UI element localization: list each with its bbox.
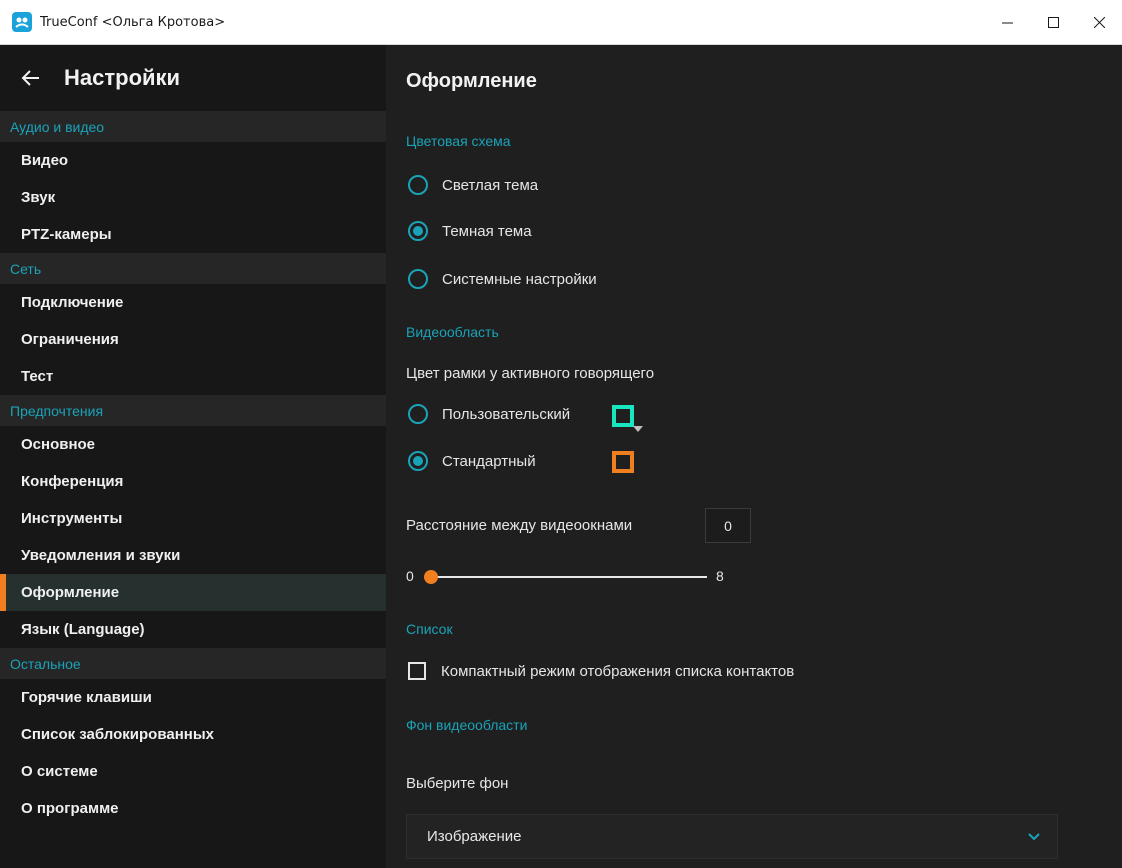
radio-label: Темная тема xyxy=(442,222,532,240)
sidebar-item-hotkeys[interactable]: Горячие клавиши xyxy=(0,679,386,716)
sidebar-item-connection[interactable]: Подключение xyxy=(0,284,386,321)
radio-label: Светлая тема xyxy=(442,176,539,194)
color-picker-caret-icon[interactable] xyxy=(633,426,643,432)
radio-button-selected[interactable] xyxy=(408,221,428,241)
radio-dot xyxy=(413,456,423,466)
sidebar-item-system-info[interactable]: О системе xyxy=(0,753,386,790)
back-arrow-icon[interactable] xyxy=(20,67,42,89)
spacing-value-box[interactable]: 0 xyxy=(705,508,751,543)
section-preferences: Предпочтения xyxy=(0,395,386,426)
chevron-down-icon xyxy=(1028,833,1040,841)
video-area-label: Видеообласть xyxy=(406,324,499,340)
maximize-button[interactable] xyxy=(1030,0,1076,45)
maximize-icon xyxy=(1047,17,1059,28)
sidebar-item-language[interactable]: Язык (Language) xyxy=(0,611,386,648)
compact-mode-label: Компактный режим отображения списка конт… xyxy=(441,662,795,680)
minimize-icon xyxy=(1001,22,1013,24)
sidebar-item-ptz-cameras[interactable]: PTZ-камеры xyxy=(0,216,386,253)
sidebar-item-notifications[interactable]: Уведомления и звуки xyxy=(0,537,386,574)
window-controls xyxy=(984,0,1122,45)
section-network: Сеть xyxy=(0,253,386,284)
radio-button-selected[interactable] xyxy=(408,451,428,471)
background-select-value: Изображение xyxy=(427,828,522,845)
standard-color-swatch xyxy=(612,451,634,473)
sidebar-item-limits[interactable]: Ограничения xyxy=(0,321,386,358)
video-background-label: Фон видеообласти xyxy=(406,717,528,733)
sidebar-item-conference[interactable]: Конференция xyxy=(0,463,386,500)
radio-dot xyxy=(413,226,423,236)
background-select[interactable]: Изображение xyxy=(406,814,1058,859)
radio-button[interactable] xyxy=(408,404,428,424)
frame-color-label: Цвет рамки у активного говорящего xyxy=(406,365,655,382)
sidebar-item-test[interactable]: Тест xyxy=(0,358,386,395)
radio-button[interactable] xyxy=(408,175,428,195)
close-button[interactable] xyxy=(1076,0,1122,45)
section-other: Остальное xyxy=(0,648,386,679)
spacing-slider-thumb[interactable] xyxy=(424,570,438,584)
sidebar-item-video[interactable]: Видео xyxy=(0,142,386,179)
sidebar-item-general[interactable]: Основное xyxy=(0,426,386,463)
trueconf-logo-icon xyxy=(12,12,32,32)
compact-mode-checkbox[interactable] xyxy=(408,662,426,680)
sidebar-item-tools[interactable]: Инструменты xyxy=(0,500,386,537)
minimize-button[interactable] xyxy=(984,0,1030,45)
sidebar-header: Настройки xyxy=(0,45,386,111)
radio-standard-color[interactable]: Стандартный xyxy=(408,451,536,471)
compact-mode-checkbox-row[interactable]: Компактный режим отображения списка конт… xyxy=(408,662,794,680)
radio-label: Системные настройки xyxy=(442,270,597,288)
radio-label: Стандартный xyxy=(442,452,536,470)
appearance-panel: Оформление Цветовая схема Светлая тема Т… xyxy=(386,45,1122,868)
sidebar-item-sound[interactable]: Звук xyxy=(0,179,386,216)
title-bar: TrueConf <Ольга Кротова> xyxy=(0,0,1122,45)
spacing-slider-track[interactable] xyxy=(431,576,707,578)
spacing-label: Расстояние между видеоокнами xyxy=(406,517,633,534)
list-label: Список xyxy=(406,621,453,637)
section-audio-video: Аудио и видео xyxy=(0,111,386,142)
slider-min-label: 0 xyxy=(406,568,414,584)
sidebar-item-about[interactable]: О программе xyxy=(0,790,386,827)
window-title: TrueConf <Ольга Кротова> xyxy=(40,14,226,30)
sidebar-item-appearance[interactable]: Оформление xyxy=(0,574,386,611)
radio-dark-theme[interactable]: Темная тема xyxy=(408,221,532,241)
radio-label: Пользовательский xyxy=(442,405,571,423)
slider-max-label: 8 xyxy=(716,568,724,584)
page-title: Оформление xyxy=(406,70,537,92)
settings-sidebar: Настройки Аудио и видео Видео Звук PTZ-к… xyxy=(0,45,386,868)
sidebar-title: Настройки xyxy=(64,65,181,90)
radio-light-theme[interactable]: Светлая тема xyxy=(408,175,538,195)
choose-background-label: Выберите фон xyxy=(406,775,509,792)
color-scheme-label: Цветовая схема xyxy=(406,133,511,149)
sidebar-item-blocked-list[interactable]: Список заблокированных xyxy=(0,716,386,753)
radio-button[interactable] xyxy=(408,269,428,289)
custom-color-swatch[interactable] xyxy=(612,405,634,427)
radio-custom-color[interactable]: Пользовательский xyxy=(408,404,570,424)
close-icon xyxy=(1093,17,1105,28)
radio-system-settings[interactable]: Системные настройки xyxy=(408,269,597,289)
